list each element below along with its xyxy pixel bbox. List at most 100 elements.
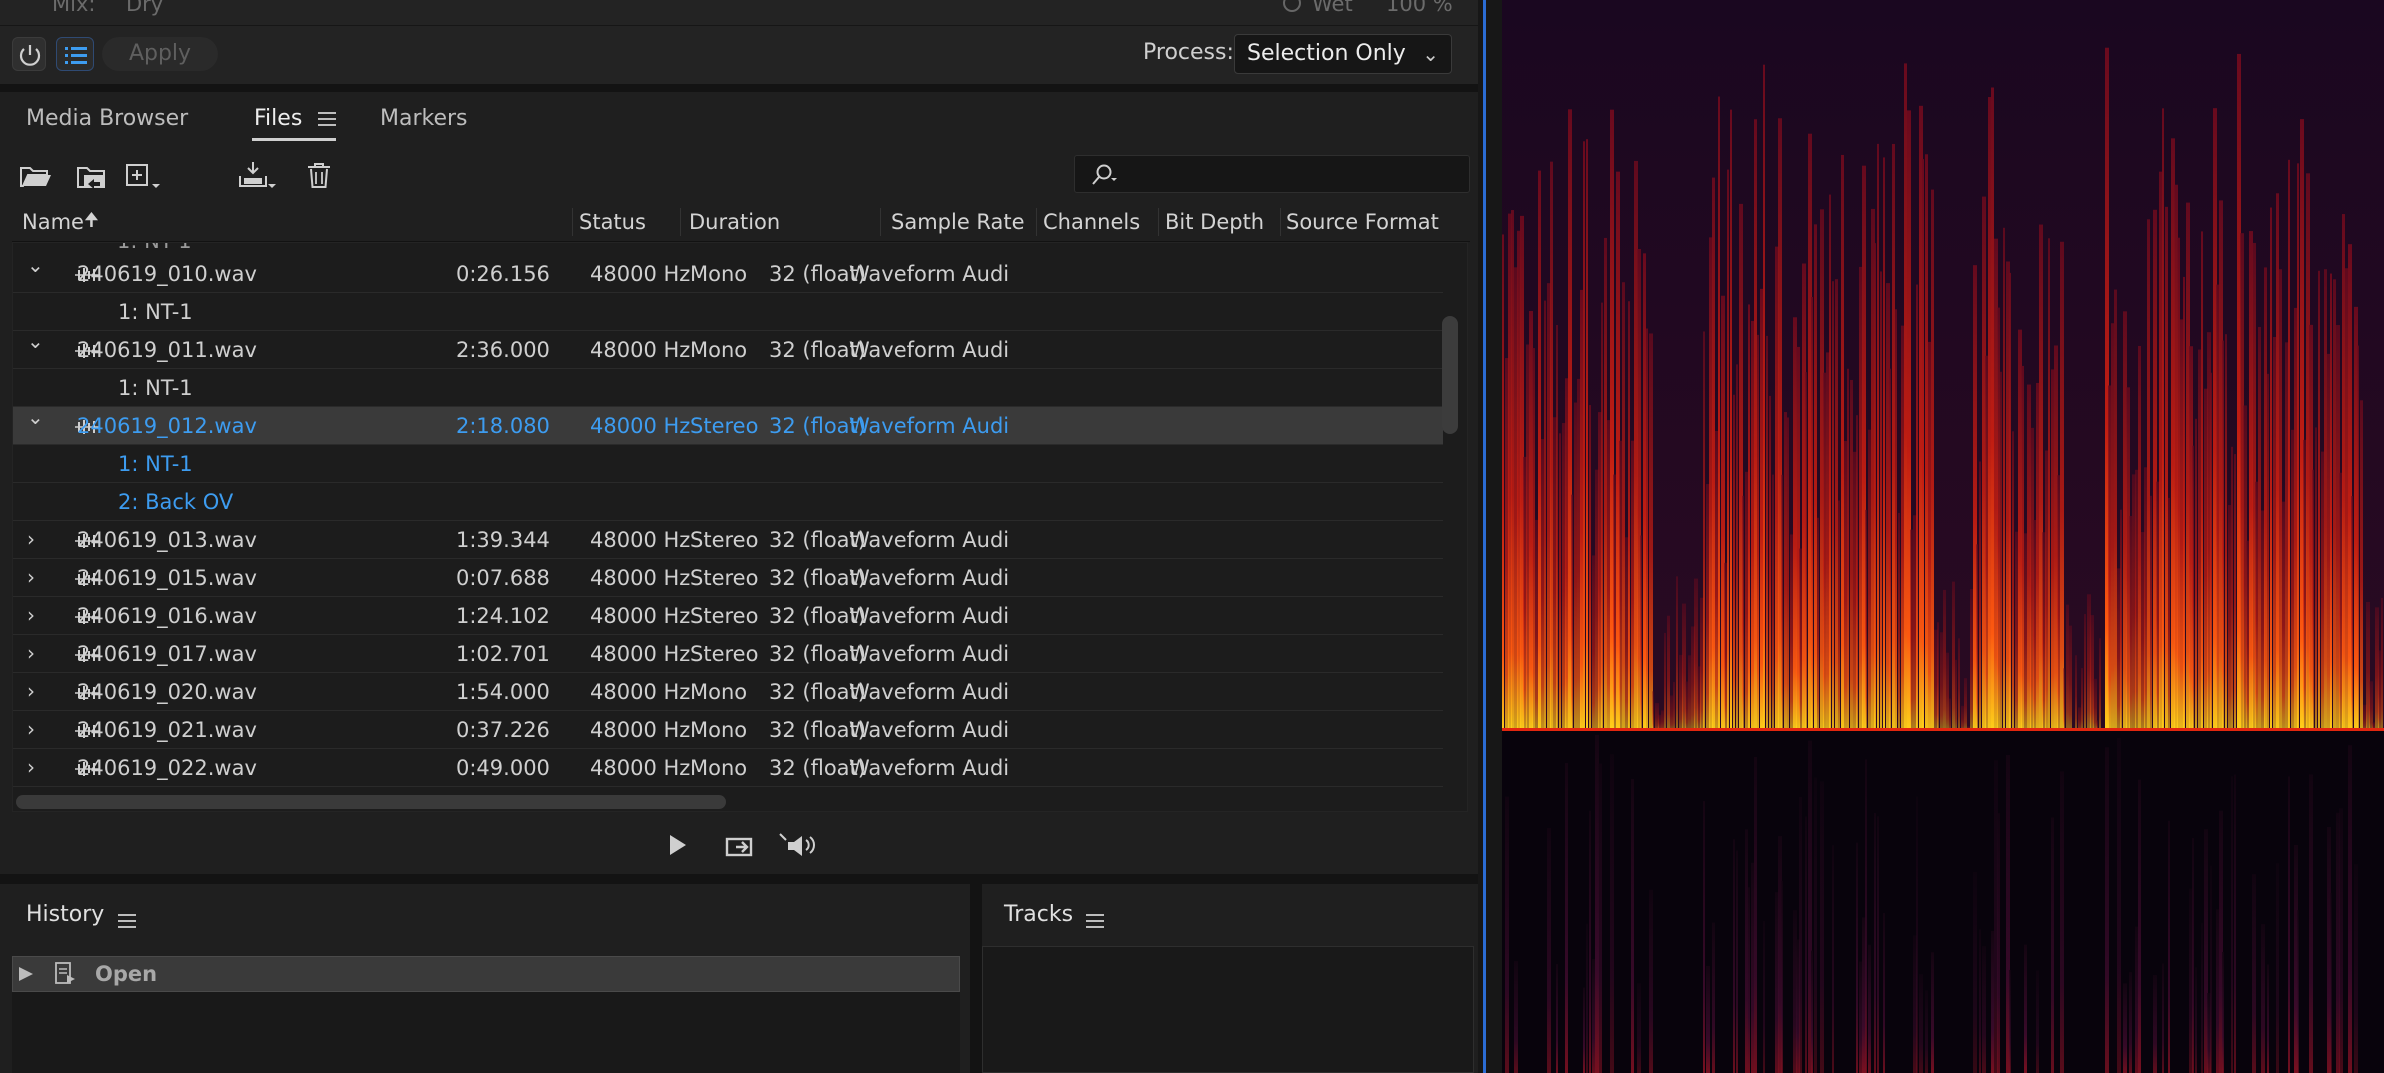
duration-cell: 0:07.688 — [456, 566, 550, 590]
col-source-format[interactable]: Source Format — [1286, 210, 1439, 234]
open-append-button[interactable] — [74, 160, 110, 192]
channels-cell: Stereo — [690, 414, 759, 438]
mix-knob[interactable] — [1283, 0, 1301, 12]
files-search-input[interactable] — [1074, 155, 1470, 193]
file-row[interactable]: ⌄ 240619_012.wav 2:18.080 48000 Hz Stereo 32 … — [13, 405, 1443, 445]
play-icon[interactable] — [666, 832, 690, 858]
spectral-band — [2276, 193, 2279, 731]
files-vertical-scrollbar[interactable] — [1442, 316, 1458, 434]
chevron-right-icon[interactable]: › — [27, 755, 41, 779]
spectral-band — [1916, 284, 1918, 730]
spectral-band — [2084, 614, 2086, 730]
spectral-band — [2162, 963, 2164, 1073]
spectral-band — [1670, 695, 1673, 730]
channel-row[interactable]: 1: NT-1 — [13, 369, 1443, 407]
sort-ascending-icon[interactable]: 🠉 — [84, 208, 99, 238]
new-file-icon — [126, 164, 160, 188]
spectral-band — [2348, 745, 2352, 1073]
spectral-band — [1985, 355, 1988, 730]
spectral-band — [1505, 796, 1509, 1073]
spectral-band — [1991, 87, 1994, 730]
spectral-band — [1898, 512, 1900, 730]
spectral-band — [1586, 923, 1588, 1073]
file-row[interactable]: › 240619_022.wav 0:49.000 48000 Hz Mono 32 (f… — [13, 749, 1443, 787]
apply-button[interactable]: Apply — [102, 37, 218, 71]
spectral-band — [1805, 816, 1807, 1073]
spectral-band — [2078, 707, 2081, 730]
col-duration[interactable]: Duration — [689, 210, 780, 234]
file-row[interactable]: › 240619_017.wav 1:02.701 48000 Hz Stereo 32 … — [13, 635, 1443, 673]
process-select[interactable]: Selection Only ⌄ — [1234, 34, 1452, 74]
wet-label: Wet — [1312, 0, 1353, 16]
close-file-button[interactable] — [302, 160, 338, 192]
spectral-band — [1811, 950, 1813, 1073]
col-channels[interactable]: Channels — [1043, 210, 1140, 234]
col-sample-rate[interactable]: Sample Rate — [891, 210, 1025, 234]
chevron-down-icon[interactable]: ⌄ — [27, 405, 44, 429]
spectral-band — [1649, 889, 1653, 1073]
tracks-menu-icon[interactable] — [1086, 914, 1104, 928]
channel-2-background — [1502, 730, 2384, 1073]
col-bit-depth[interactable]: Bit Depth — [1165, 210, 1264, 234]
channel-row[interactable]: 1: NT-1 — [13, 293, 1443, 331]
chevron-right-icon[interactable]: › — [27, 565, 41, 589]
power-toggle-button[interactable] — [12, 37, 46, 71]
chevron-right-icon[interactable]: › — [27, 527, 41, 551]
history-menu-icon[interactable] — [118, 914, 136, 928]
effect-list-button[interactable] — [56, 37, 94, 71]
spectral-band — [2015, 531, 2018, 730]
tab-media-browser[interactable]: Media Browser — [26, 106, 188, 131]
file-row[interactable]: ⌄ 240619_010.wav 0:26.156 48000 Hz Mono 32 (f… — [13, 253, 1443, 293]
spectral-band — [1733, 394, 1735, 730]
spectral-band — [1799, 796, 1802, 1073]
file-row[interactable]: › 240619_013.wav 1:39.344 48000 Hz Stereo 32 … — [13, 521, 1443, 559]
col-status[interactable]: Status — [579, 210, 646, 234]
spectral-band — [1640, 535, 1642, 730]
loop-icon[interactable] — [724, 830, 756, 860]
files-horizontal-scrollbar[interactable] — [16, 795, 726, 809]
spectral-frequency-display[interactable] — [1502, 0, 2384, 1073]
chevron-right-icon[interactable]: › — [27, 717, 41, 741]
tab-markers[interactable]: Markers — [380, 106, 468, 131]
spectral-band — [2342, 214, 2345, 730]
file-row[interactable]: › 240619_020.wav 1:54.000 48000 Hz Mono 32 (f… — [13, 673, 1443, 711]
spectral-band — [1652, 691, 1654, 730]
spectral-band — [1532, 348, 1535, 730]
history-item[interactable]: Open — [12, 956, 960, 992]
chevron-right-icon[interactable]: › — [27, 679, 41, 703]
spectral-band — [1835, 279, 1838, 730]
power-icon — [19, 45, 41, 66]
col-name[interactable]: Name — [22, 210, 84, 234]
spectral-band — [2318, 270, 2320, 730]
channels-cell: Mono — [690, 680, 748, 704]
chevron-down-icon[interactable]: ⌄ — [27, 329, 44, 353]
spectral-band — [1925, 154, 1928, 730]
pane-splitter[interactable] — [1478, 0, 1502, 1073]
editor-left-pane: Mix: Dry Wet 100 % Apply Process: Select… — [0, 0, 1478, 1073]
channel-boundary — [1502, 728, 2384, 731]
channel-row[interactable]: 2: Back OV — [13, 483, 1443, 521]
channel-row[interactable]: 1: NT-1 — [13, 445, 1443, 483]
import-button[interactable] — [236, 160, 280, 192]
files-panel-menu-icon[interactable] — [318, 112, 336, 126]
chevron-down-icon[interactable]: ⌄ — [27, 253, 44, 277]
new-file-button[interactable] — [124, 160, 164, 192]
file-row[interactable]: › 240619_015.wav 0:07.688 48000 Hz Stereo 32 … — [13, 559, 1443, 597]
tab-files[interactable]: Files — [254, 106, 302, 131]
open-file-button[interactable] — [18, 160, 54, 192]
wet-percent: 100 % — [1386, 0, 1453, 16]
chevron-right-icon[interactable]: › — [27, 641, 41, 665]
file-row[interactable]: › 240619_021.wav 0:37.226 48000 Hz Mono 32 (f… — [13, 711, 1443, 749]
chevron-right-icon[interactable]: › — [27, 603, 41, 627]
spectral-band — [1628, 301, 1630, 730]
spectral-band — [1586, 139, 1588, 731]
active-tab-indicator — [252, 138, 336, 141]
process-label: Process: — [1143, 40, 1234, 65]
autoplay-speaker-icon[interactable] — [776, 830, 824, 860]
file-row[interactable]: ⌄ 240619_011.wav 2:36.000 48000 Hz Mono 32 (f… — [13, 329, 1443, 369]
spectral-band — [1502, 234, 1504, 730]
file-row[interactable]: › 240619_016.wav 1:24.102 48000 Hz Stereo 32 … — [13, 597, 1443, 635]
spectral-band — [1847, 368, 1849, 730]
spectral-band — [1643, 253, 1646, 730]
spectral-band — [1997, 813, 2000, 1073]
